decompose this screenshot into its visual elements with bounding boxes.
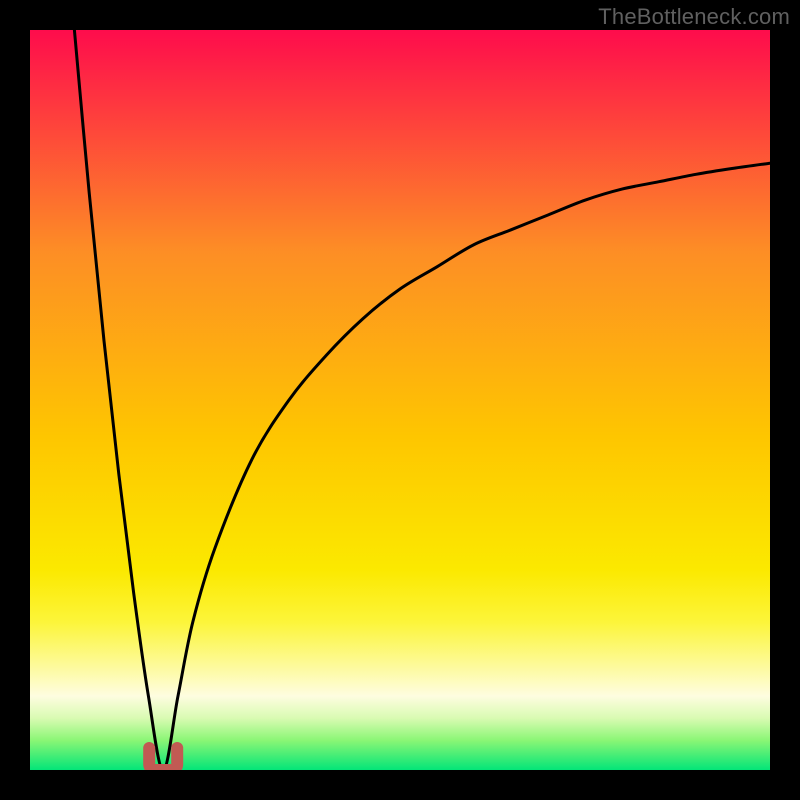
bottleneck-curve [74, 30, 770, 770]
bottleneck-curve-layer [30, 30, 770, 770]
watermark-text: TheBottleneck.com [598, 4, 790, 30]
minimum-marker-icon [149, 748, 177, 770]
